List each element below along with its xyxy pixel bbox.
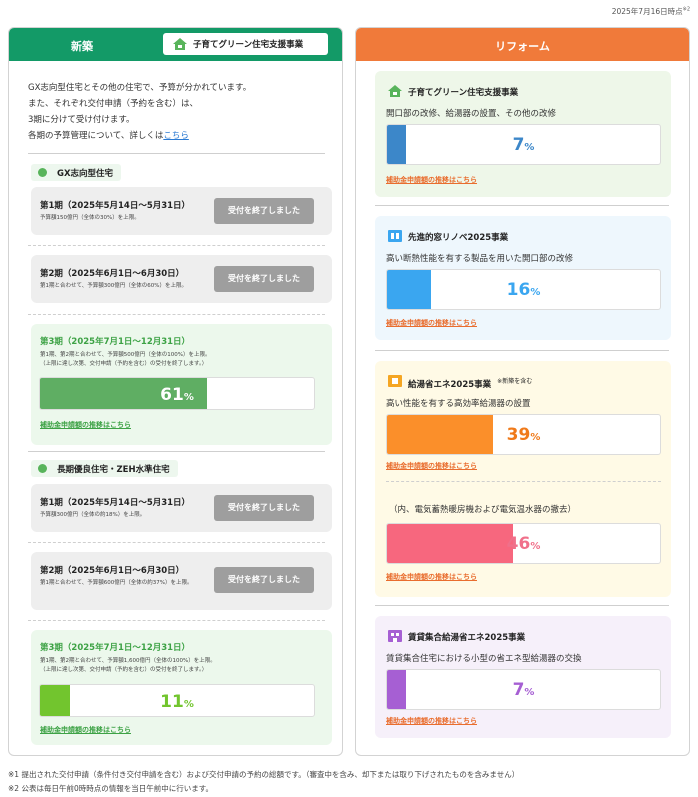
category-heading: GX志向型住宅 [31,164,122,181]
card-desc: 賃貸集合住宅における小型の省エネ型給湯器の交換 [386,654,582,664]
reform-panel: リフォーム 子育てグリーン住宅支援事業 開口部の改修、給湯器の設置、その他の改修… [355,27,690,756]
period-card: 第2期（2025年6月1日〜6月30日） 第1期と合わせて、予算額600億円（全… [31,552,332,610]
divider [28,153,325,154]
progress-percent: 61% [160,385,194,405]
period-card-active: 第3期（2025年7月1日〜12月31日） 第1期、第2期と合わせて、予算額1,… [31,630,332,745]
period-sub: 予算額150億円（全体の30%）を上限。 [40,215,140,221]
reform-title: リフォーム [495,40,550,53]
card-title: 給湯省エネ2025事業 ※新築を含む [408,378,533,390]
card-title: 先進的窓リノベ2025事業 [408,233,509,243]
period-title: 第2期（2025年6月1日〜6月30日） [40,269,185,279]
divider [375,605,669,606]
intro-text: GX志向型住宅とその他の住宅で、予算が分かれています。 また、それぞれ交付申請（… [28,83,252,141]
footnote: ※1 提出された交付申請（条件付き交付申請を含む）および交付申請の予約の総額です… [8,770,520,779]
divider [28,245,325,246]
history-link[interactable]: 補助金申請額の推移はこちら [40,420,131,430]
new-build-header: 新築 子育てグリーン住宅支援事業 [9,28,342,61]
period-sub: 第1期と合わせて、予算額300億円（全体の60%）を上限。 [40,283,187,289]
progress-percent: 7% [512,680,535,700]
card-title: 子育てグリーン住宅支援事業 [408,88,519,98]
progress-bar: 7% [386,124,661,165]
period-sub: 予算額300億円（全体の約18%）を上限。 [40,512,146,518]
period-sub: 第1期、第2期と合わせて、予算額1,600億円（全体の100%）を上限。 （上限に… [40,658,216,673]
period-title: 第1期（2025年5月14日〜5月31日） [40,498,191,508]
progress-percent: 39% [506,425,541,445]
progress-bar: 39% [386,414,661,455]
divider [28,314,325,315]
water-heater-icon [388,375,402,387]
window-icon [388,230,402,242]
sub-desc: （内、電気蓄熱暖房機および電気温水器の撤去） [389,505,577,515]
reform-card: 給湯省エネ2025事業 ※新築を含む 高い性能を有する高効率給湯器の設置 39% … [375,361,671,597]
progress-percent: 16% [506,280,541,300]
closed-status-button[interactable]: 受付を終了しました [214,266,314,292]
period-card: 第1期（2025年5月14日〜5月31日） 予算額150億円（全体の30%）を上… [31,187,332,235]
history-link[interactable]: 補助金申請額の推移はこちら [386,716,477,726]
reform-card: 先進的窓リノベ2025事業 高い断熱性能を有する製品を用いた開口部の改修 16%… [375,216,671,340]
divider [28,542,325,543]
card-title: 賃貸集合給湯省エネ2025事業 [408,633,526,643]
period-title: 第3期（2025年7月1日〜12月31日） [40,337,191,347]
category-heading: 長期優良住宅・ZEH水準住宅 [31,460,178,477]
history-link[interactable]: 補助金申請額の推移はこちら [386,461,477,471]
period-card: 第2期（2025年6月1日〜6月30日） 第1期と合わせて、予算額300億円（全… [31,255,332,303]
history-link[interactable]: 補助金申請額の推移はこちら [386,572,477,582]
period-card: 第1期（2025年5月14日〜5月31日） 予算額300億円（全体の約18%）を… [31,484,332,532]
footnote: ※2 公表は毎日午前0時時点の情報を当日午前中に行います。 [8,784,213,793]
period-title: 第2期（2025年6月1日〜6月30日） [40,566,185,576]
progress-bar: 61% [39,377,315,410]
intro-link[interactable]: こちら [163,131,189,141]
period-title: 第1期（2025年5月14日〜5月31日） [40,201,191,211]
building-icon [388,630,402,642]
reform-card: 子育てグリーン住宅支援事業 開口部の改修、給湯器の設置、その他の改修 7% 補助… [375,71,671,197]
closed-status-button[interactable]: 受付を終了しました [214,567,314,593]
period-sub: 第1期、第2期と合わせて、予算額500億円（全体の100%）を上限。 （上限に達し… [40,352,211,367]
progress-bar: 11% [39,684,315,717]
dot-icon [38,168,47,177]
divider [375,350,669,351]
dot-icon [38,464,47,473]
reform-header: リフォーム [356,28,689,61]
progress-bar: 46% [386,523,661,564]
period-title: 第3期（2025年7月1日〜12月31日） [40,643,191,653]
card-desc: 開口部の改修、給湯器の設置、その他の改修 [386,109,557,119]
closed-status-button[interactable]: 受付を終了しました [214,198,314,224]
history-link[interactable]: 補助金申請額の推移はこちら [40,725,131,735]
history-link[interactable]: 補助金申請額の推移はこちら [386,318,477,328]
period-sub: 第1期と合わせて、予算額600億円（全体の約37%）を上限。 [40,580,193,586]
progress-bar: 16% [386,269,661,310]
house-icon [388,85,402,97]
program-button[interactable]: 子育てグリーン住宅支援事業 [163,33,328,55]
footnotes: ※1 提出された交付申請（条件付き交付申請を含む）および交付申請の予約の総額です… [8,768,519,796]
timestamp: 2025年7月16日時点※2 [611,6,690,17]
reform-card: 賃貸集合給湯省エネ2025事業 賃貸集合住宅における小型の省エネ型給湯器の交換 … [375,616,671,738]
house-icon [173,38,187,50]
divider [28,620,325,621]
card-desc: 高い性能を有する高効率給湯器の設置 [386,399,531,409]
period-card-active: 第3期（2025年7月1日〜12月31日） 第1期、第2期と合わせて、予算額50… [31,324,332,445]
closed-status-button[interactable]: 受付を終了しました [214,495,314,521]
progress-percent: 11% [160,692,194,712]
divider [375,205,669,206]
card-desc: 高い断熱性能を有する製品を用いた開口部の改修 [386,254,574,264]
progress-bar: 7% [386,669,661,710]
program-button-label: 子育てグリーン住宅支援事業 [193,40,304,50]
new-build-title: 新築 [71,40,93,53]
history-link[interactable]: 補助金申請額の推移はこちら [386,175,477,185]
divider [386,481,661,482]
new-build-panel: 新築 子育てグリーン住宅支援事業 GX志向型住宅とその他の住宅で、予算が分かれて… [8,27,343,756]
divider [28,451,325,452]
progress-percent: 7% [512,135,535,155]
progress-percent: 46% [506,534,541,554]
